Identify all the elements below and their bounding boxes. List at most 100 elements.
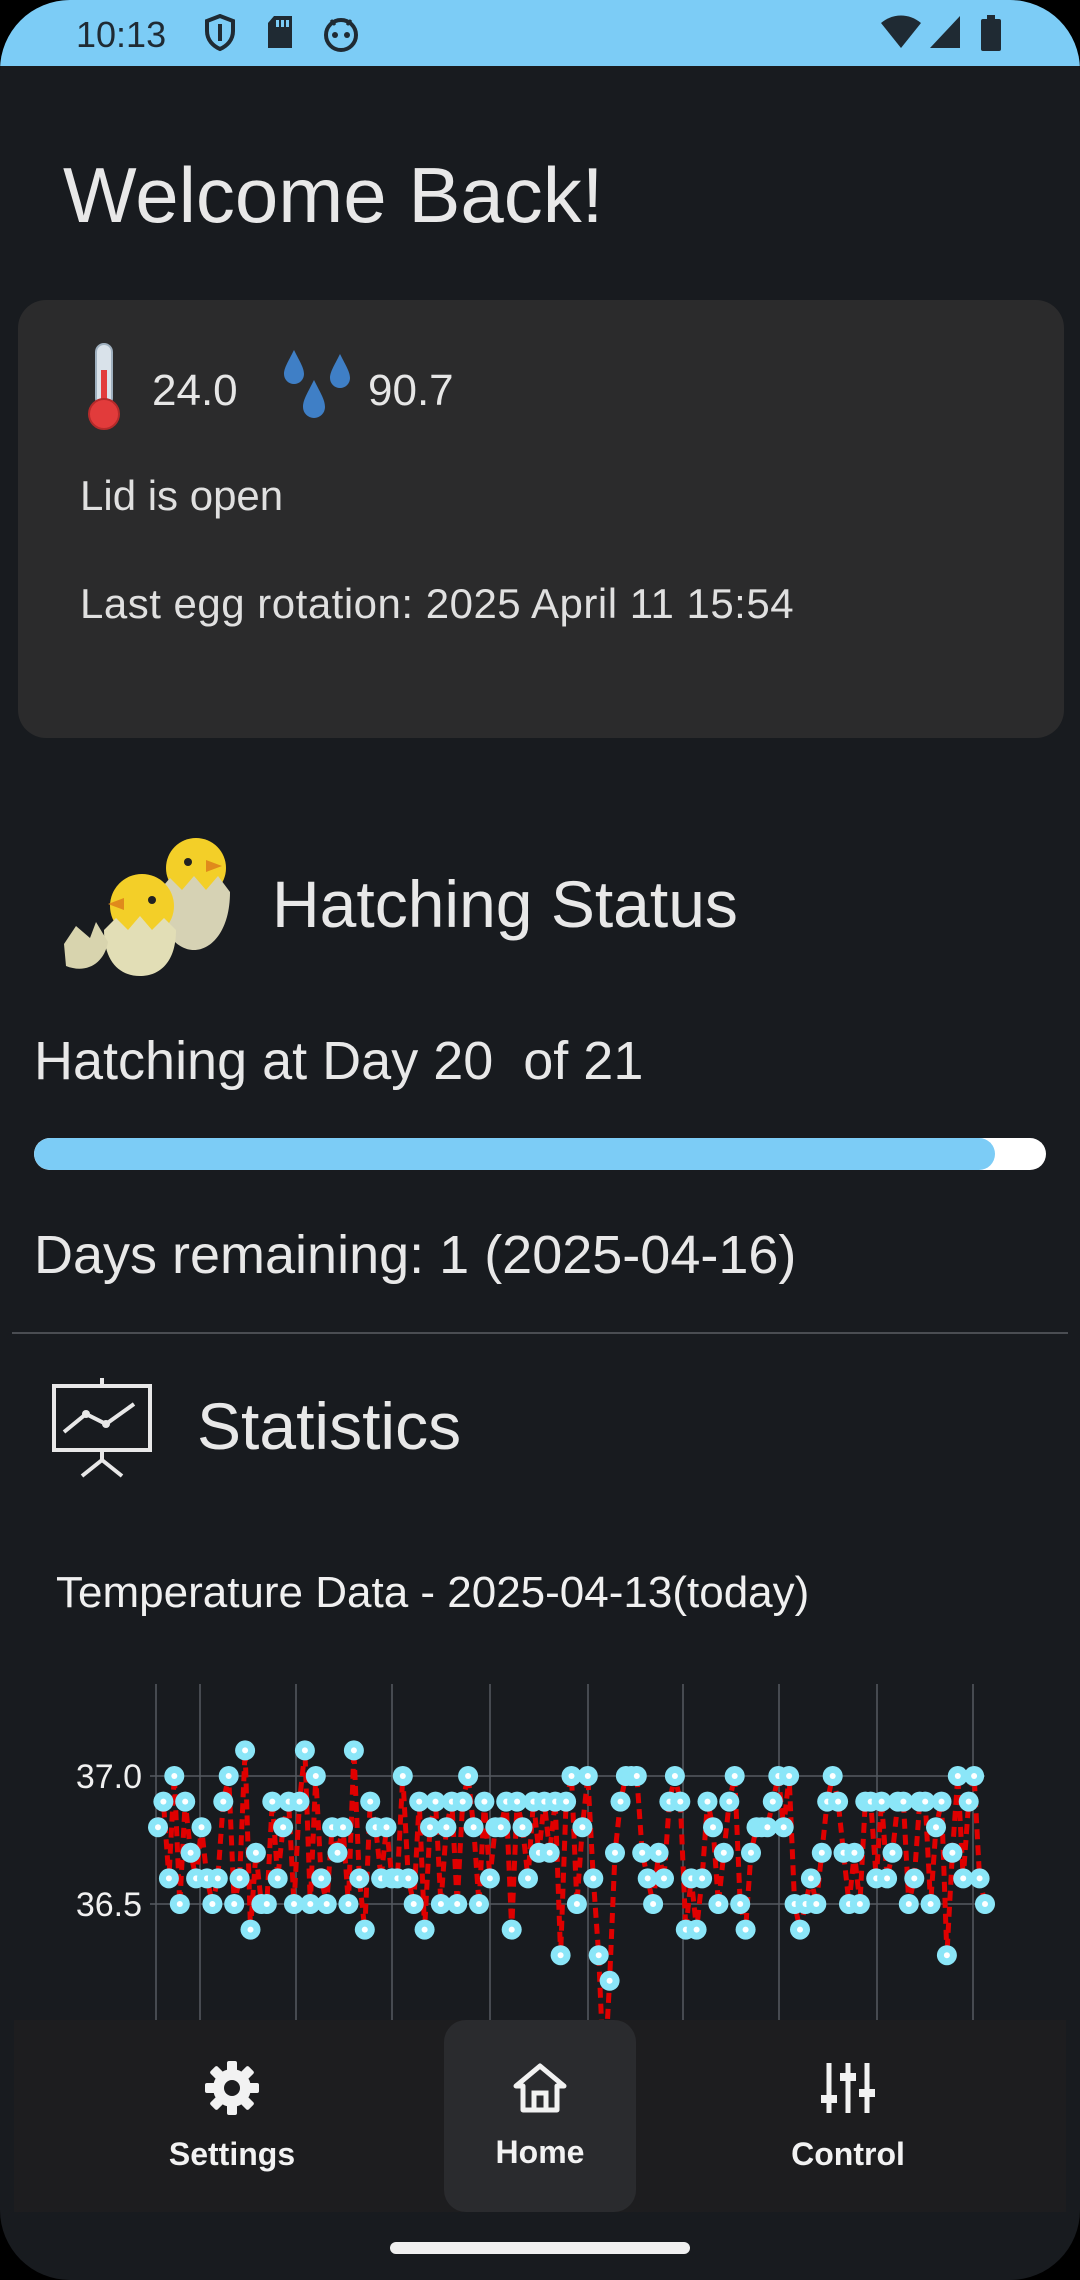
chart-point-center <box>231 1901 238 1907</box>
chart-point-center <box>911 1875 918 1882</box>
chart-point-center <box>965 1798 972 1805</box>
chart-point-center <box>514 1798 521 1805</box>
chart-point-center <box>710 1824 716 1831</box>
chart-point-center <box>606 1977 613 1984</box>
chart-point-center <box>274 1875 281 1882</box>
chart-point-center <box>350 1747 357 1754</box>
app-screen: 10:13 Welcome Back! 24.0 90.7 Lid is ope… <box>0 0 1080 2280</box>
chart-point-center <box>922 1798 929 1805</box>
chart-point-center <box>405 1875 412 1882</box>
chart-point-center <box>731 1773 738 1779</box>
water-drops-icon <box>280 346 360 431</box>
chart-point-center <box>459 1798 466 1805</box>
chart-point-center <box>742 1926 749 1933</box>
chart-point-center <box>470 1824 477 1831</box>
chart-point-center <box>671 1773 678 1779</box>
chart-point-center <box>563 1798 570 1805</box>
lid-status: Lid is open <box>80 472 284 519</box>
chart-point-center <box>220 1798 227 1805</box>
sd-card-icon <box>266 14 294 55</box>
chart-point-center <box>584 1773 591 1779</box>
chart-point-center <box>655 1849 662 1856</box>
status-time: 10:13 <box>76 14 167 55</box>
chart-point-center <box>639 1849 646 1856</box>
chart-point-center <box>954 1773 961 1779</box>
chart-point-center <box>715 1901 722 1907</box>
chart-point-center <box>296 1798 303 1805</box>
hatching-status-title: Hatching Status <box>272 867 738 941</box>
wifi-icon <box>880 14 922 55</box>
chart-y-tick-labels: 37.036.536.0 <box>76 1758 142 2020</box>
chart-point-center <box>263 1901 270 1907</box>
chart-point-center <box>573 1901 580 1907</box>
chart-point-center <box>225 1773 232 1779</box>
welcome-heading: Welcome Back! <box>63 151 604 239</box>
chart-point-center <box>661 1875 667 1882</box>
chart-point-center <box>165 1875 172 1882</box>
chart-point-center <box>247 1926 254 1933</box>
hatching-chicks-icon <box>60 826 246 981</box>
chart-point-center <box>252 1849 259 1856</box>
bottom-navigation: Settings Home Control <box>14 2020 1066 2212</box>
chart-point-center <box>693 1926 700 1933</box>
chart-point-center <box>633 1773 640 1779</box>
chart-point-center <box>291 1901 297 1907</box>
chart-point-center <box>160 1798 167 1805</box>
chart-point-center <box>546 1849 553 1856</box>
chart-point-center <box>525 1875 531 1882</box>
chart-point-center <box>590 1875 597 1882</box>
chart-point-center <box>421 1926 428 1933</box>
nav-control[interactable]: Control <box>752 2020 944 2212</box>
chart-point-center <box>579 1824 586 1831</box>
chart-point-center <box>269 1798 276 1805</box>
chart-point-center <box>933 1824 939 1831</box>
statistics-title: Statistics <box>197 1389 462 1463</box>
chart-point-center <box>878 1798 885 1805</box>
chart-point-center <box>519 1824 526 1831</box>
chart-point-center <box>340 1824 346 1831</box>
nav-settings[interactable]: Settings <box>136 2020 328 2212</box>
chart-point-center <box>617 1798 624 1805</box>
chart-point-center <box>786 1773 793 1779</box>
chart-point-center <box>748 1849 754 1856</box>
home-gesture-bar[interactable] <box>390 2242 690 2254</box>
chart-point-center <box>182 1798 189 1805</box>
chart-points <box>148 1740 995 1991</box>
chart-point-center <box>960 1875 967 1882</box>
chart-point-center <box>236 1875 243 1882</box>
last-rotation: Last egg rotation: 2025 April 11 15:54 <box>80 580 795 627</box>
thermometer-icon <box>80 340 128 437</box>
chart-point-center <box>486 1875 493 1882</box>
nav-settings-label: Settings <box>168 2136 296 2172</box>
hatching-progress-bar <box>34 1138 1046 1170</box>
chart-point-center <box>856 1901 863 1907</box>
chart-title: Temperature Data - 2025-04-13(today) <box>56 1568 810 1617</box>
chart-point-center <box>356 1875 363 1882</box>
chart-point-center <box>905 1901 912 1907</box>
chart-point-center <box>176 1901 183 1907</box>
chart-point-center <box>437 1901 444 1907</box>
chart-point-center <box>737 1901 744 1907</box>
chart-point-center <box>568 1773 575 1779</box>
chart-point-center <box>720 1849 727 1856</box>
chart-point-center <box>807 1875 814 1882</box>
temperature-chart: 37.036.536.0 <box>76 1684 995 2020</box>
status-bar: 10:13 <box>0 0 1080 66</box>
chart-point-center <box>345 1901 352 1907</box>
chart-point-center <box>677 1798 684 1805</box>
chart-point-center <box>976 1875 983 1882</box>
nav-home[interactable]: Home <box>444 2020 636 2212</box>
chart-point-center <box>214 1875 221 1882</box>
sliders-icon <box>819 2059 877 2122</box>
chart-point-center <box>699 1875 706 1882</box>
chart-point-center <box>971 1773 978 1779</box>
chart-point-center <box>851 1849 858 1856</box>
chart-point-center <box>813 1901 820 1907</box>
chart-point-center <box>938 1798 945 1805</box>
shield-icon <box>204 13 236 57</box>
chart-point-center <box>242 1747 249 1754</box>
chart-y-tick-label: 36.5 <box>76 1886 142 1924</box>
chart-point-center <box>427 1824 433 1831</box>
chart-point-center <box>187 1849 194 1856</box>
temperature-value: 24.0 <box>152 366 238 415</box>
